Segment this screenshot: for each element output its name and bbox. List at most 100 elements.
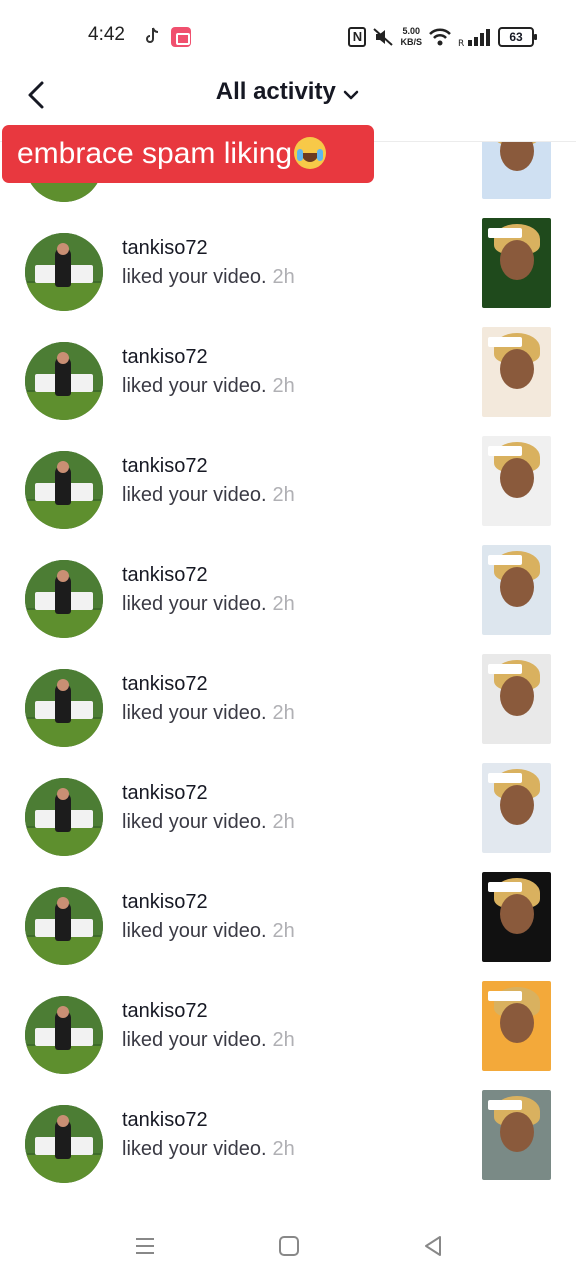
activity-list[interactable]: liked your video.2htankiso72liked your v… — [0, 142, 576, 1214]
username[interactable]: tankiso72 — [122, 564, 208, 587]
avatar-head — [57, 352, 69, 364]
activity-message: liked your video. — [122, 920, 267, 942]
menu-icon[interactable] — [133, 1234, 157, 1258]
activity-message: liked your video. — [122, 266, 267, 288]
speed-unit: KB/S — [400, 37, 422, 47]
video-thumbnail[interactable] — [482, 142, 551, 199]
username[interactable]: tankiso72 — [122, 782, 208, 805]
video-thumbnail[interactable] — [482, 1090, 551, 1180]
activity-time: 2h — [272, 375, 295, 397]
avatar-grass — [25, 392, 103, 420]
activity-time: 2h — [272, 1029, 295, 1051]
avatar-grass — [25, 283, 103, 311]
video-thumbnail[interactable] — [482, 654, 551, 744]
wifi-icon — [429, 28, 451, 46]
video-caption-overlay: embrace spam liking — [2, 125, 374, 183]
video-thumbnail[interactable] — [482, 763, 551, 853]
thumbnail-face — [500, 458, 534, 498]
avatar-grass — [25, 828, 103, 856]
screen-record-icon — [171, 27, 191, 47]
network-speed: 5.00 KB/S — [400, 26, 422, 48]
thumbnail-face — [500, 894, 534, 934]
activity-row[interactable]: tankiso72 liked your video. 2h — [0, 974, 576, 1083]
avatar-head — [57, 679, 69, 691]
svg-text:R: R — [458, 39, 464, 47]
activity-row[interactable]: tankiso72 liked your video. 2h — [0, 211, 576, 320]
activity-text: liked your video.2h — [122, 811, 295, 834]
thumbnail-comment-tag — [488, 773, 522, 783]
video-thumbnail[interactable] — [482, 436, 551, 526]
username[interactable]: tankiso72 — [122, 346, 208, 369]
activity-row[interactable]: tankiso72 liked your video. 2h — [0, 647, 576, 756]
video-thumbnail[interactable] — [482, 327, 551, 417]
video-thumbnail[interactable] — [482, 872, 551, 962]
video-thumbnail[interactable] — [482, 545, 551, 635]
username[interactable]: tankiso72 — [122, 1109, 208, 1132]
activity-message: liked your video. — [122, 593, 267, 615]
avatar[interactable] — [25, 560, 103, 638]
video-thumbnail[interactable] — [482, 218, 551, 308]
avatar[interactable] — [25, 1105, 103, 1183]
activity-message: liked your video. — [122, 375, 267, 397]
thumbnail-comment-tag — [488, 1100, 522, 1110]
home-square-icon[interactable] — [277, 1234, 301, 1258]
avatar[interactable] — [25, 451, 103, 529]
username[interactable]: tankiso72 — [122, 891, 208, 914]
page-title: All activity — [215, 78, 336, 105]
avatar-grass — [25, 501, 103, 529]
activity-text: liked your video.2h — [122, 702, 295, 725]
signal-icon: R — [458, 29, 490, 47]
activity-text: liked your video.2h — [122, 266, 295, 289]
thumbnail-face — [500, 1003, 534, 1043]
activity-message: liked your video. — [122, 1029, 267, 1051]
avatar-head — [57, 243, 69, 255]
avatar-grass — [25, 1155, 103, 1183]
activity-time: 2h — [272, 811, 295, 833]
username[interactable]: tankiso72 — [122, 455, 208, 478]
activity-text: liked your video.2h — [122, 484, 295, 507]
activity-text: liked your video.2h — [122, 920, 295, 943]
avatar-head — [57, 897, 69, 909]
thumbnail-comment-tag — [488, 991, 522, 1001]
nfc-icon: N — [348, 27, 367, 47]
thumbnail-face — [500, 349, 534, 389]
activity-row[interactable]: tankiso72 liked your video. 2h — [0, 1083, 576, 1192]
avatar-grass — [25, 719, 103, 747]
caption-text: embrace spam liking — [17, 137, 293, 170]
activity-time: 2h — [272, 1138, 295, 1160]
avatar-head — [57, 788, 69, 800]
avatar[interactable] — [25, 233, 103, 311]
avatar-head — [57, 1115, 69, 1127]
activity-message: liked your video. — [122, 1138, 267, 1160]
avatar[interactable] — [25, 342, 103, 420]
username[interactable]: tankiso72 — [122, 1000, 208, 1023]
speed-value: 5.00 — [402, 26, 420, 36]
activity-time: 2h — [272, 920, 295, 942]
username[interactable]: tankiso72 — [122, 237, 208, 260]
thumbnail-comment-tag — [488, 555, 522, 565]
activity-row[interactable]: tankiso72 liked your video. 2h — [0, 538, 576, 647]
avatar[interactable] — [25, 887, 103, 965]
mute-icon — [373, 28, 394, 46]
thumbnail-face — [500, 567, 534, 607]
thumbnail-comment-tag — [488, 337, 522, 347]
thumbnail-face — [500, 676, 534, 716]
activity-row[interactable]: tankiso72 liked your video. 2h — [0, 320, 576, 429]
status-time: 4:42 — [88, 24, 125, 45]
activity-time: 2h — [272, 484, 295, 506]
back-triangle-icon[interactable] — [421, 1234, 445, 1258]
activity-row[interactable]: tankiso72 liked your video. 2h — [0, 865, 576, 974]
status-bar: 4:42 N 5.00 KB/S R 63 — [0, 0, 576, 72]
avatar[interactable] — [25, 669, 103, 747]
video-thumbnail[interactable] — [482, 981, 551, 1071]
avatar-grass — [25, 610, 103, 638]
username[interactable]: tankiso72 — [122, 673, 208, 696]
activity-message: liked your video. — [122, 702, 267, 724]
thumbnail-face — [500, 785, 534, 825]
activity-filter-dropdown[interactable]: All activity — [0, 78, 576, 106]
thumbnail-comment-tag — [488, 882, 522, 892]
avatar[interactable] — [25, 778, 103, 856]
avatar[interactable] — [25, 996, 103, 1074]
activity-row[interactable]: tankiso72 liked your video. 2h — [0, 429, 576, 538]
activity-row[interactable]: tankiso72 liked your video. 2h — [0, 756, 576, 865]
